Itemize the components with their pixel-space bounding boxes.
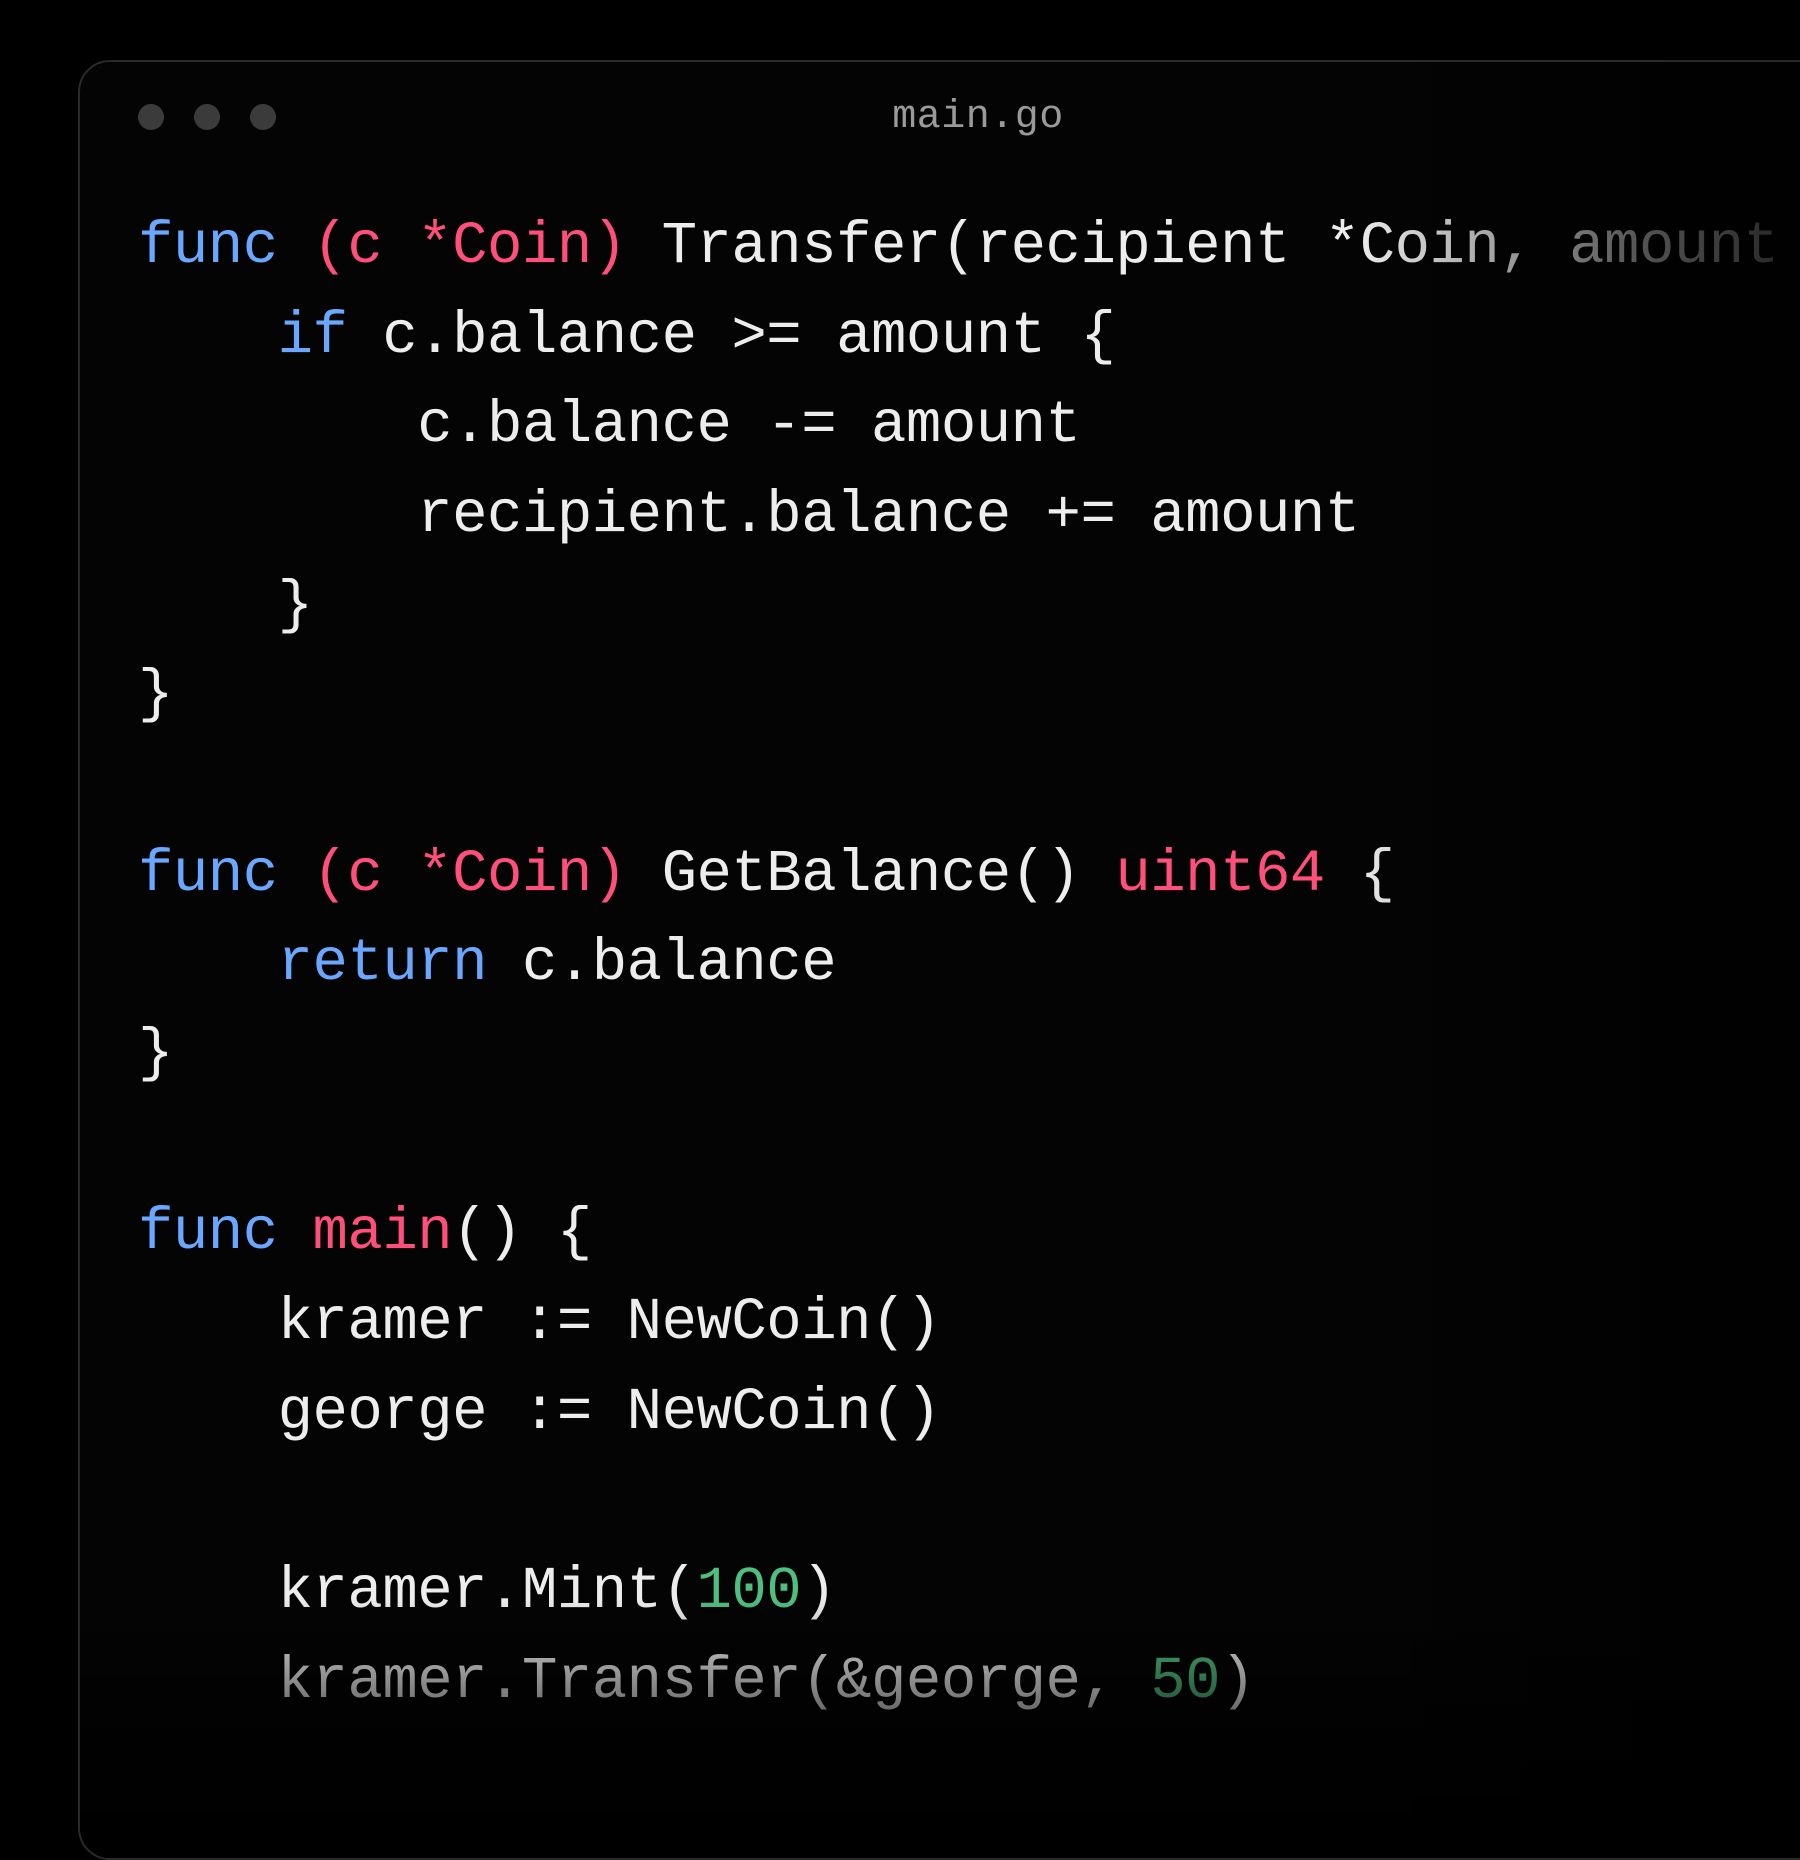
code-line: kramer.Transfer(&george, 50) (138, 1637, 1800, 1727)
code-line: return c.balance (138, 919, 1800, 1009)
filename-label: main.go (892, 95, 1064, 140)
code-line (138, 740, 1800, 830)
code-line: } (138, 561, 1800, 651)
code-line: c.balance -= amount (138, 381, 1800, 471)
editor-window: main.go func (c *Coin) Transfer(recipien… (78, 60, 1800, 1860)
code-line: func main() { (138, 1188, 1800, 1278)
code-line: kramer.Mint(100) (138, 1547, 1800, 1637)
code-line: george := NewCoin() (138, 1368, 1800, 1458)
code-line: } (138, 650, 1800, 740)
code-line: if c.balance >= amount { (138, 292, 1800, 382)
zoom-icon[interactable] (250, 104, 276, 130)
code-line: } (138, 1009, 1800, 1099)
close-icon[interactable] (138, 104, 164, 130)
code-line (138, 1099, 1800, 1189)
code-line: kramer := NewCoin() (138, 1278, 1800, 1368)
code-line: func (c *Coin) GetBalance() uint64 { (138, 830, 1800, 920)
titlebar: main.go (80, 62, 1800, 172)
code-line: recipient.balance += amount (138, 471, 1800, 561)
minimize-icon[interactable] (194, 104, 220, 130)
window-controls (138, 104, 276, 130)
code-editor[interactable]: func (c *Coin) Transfer(recipient *Coin,… (80, 172, 1800, 1726)
code-line (138, 1457, 1800, 1547)
code-line: func (c *Coin) Transfer(recipient *Coin,… (138, 202, 1800, 292)
